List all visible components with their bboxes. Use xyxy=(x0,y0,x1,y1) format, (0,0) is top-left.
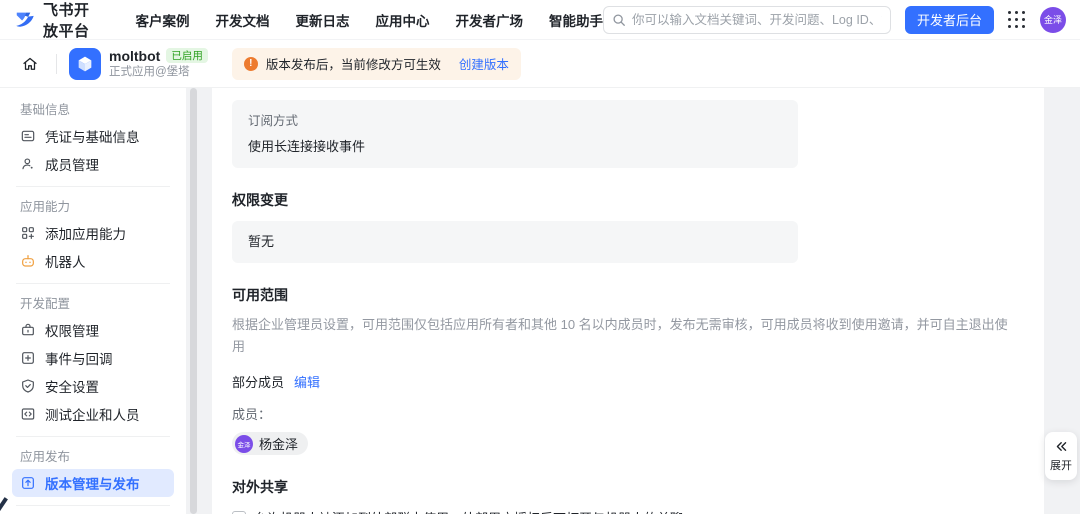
sidebar-item-label: 添加应用能力 xyxy=(45,227,126,242)
subscription-mode-value: 使用长连接接收事件 xyxy=(248,139,366,154)
page-body: 基础信息 凭证与基础信息 成员管理 应用能力 添加应用能力 机器人 开发配置 权… xyxy=(0,88,1080,514)
sidebar-section-capabilities: 应用能力 xyxy=(20,200,71,214)
divider xyxy=(56,53,57,74)
home-button[interactable] xyxy=(16,50,44,78)
sidebar-section-basic-info: 基础信息 xyxy=(20,103,71,117)
search-box[interactable] xyxy=(602,5,891,34)
sidebar-item-add-capability[interactable]: 添加应用能力 xyxy=(12,219,174,247)
sidebar: 基础信息 凭证与基础信息 成员管理 应用能力 添加应用能力 机器人 开发配置 权… xyxy=(0,88,186,514)
credential-icon xyxy=(20,128,36,144)
app-header: moltbot 已启用 正式应用@堡塔 ! 版本发布后，当前修改方可生效 创建版… xyxy=(0,40,1080,88)
permission-change-box: 暂无 xyxy=(232,221,798,263)
divider xyxy=(16,283,170,284)
nav-link-app-center[interactable]: 应用中心 xyxy=(375,10,429,30)
sidebar-item-permissions[interactable]: 权限管理 xyxy=(12,316,174,344)
availability-description: 根据企业管理员设置，可用范围仅包括应用所有者和其他 10 名以内成员时，发布无需… xyxy=(232,317,1008,354)
expand-panel-toggle[interactable]: 展开 xyxy=(1045,432,1077,480)
app-subtitle: 正式应用@堡塔 xyxy=(109,65,190,78)
developer-console-button[interactable]: 开发者后台 xyxy=(904,5,994,34)
subscription-mode-box: 订阅方式 使用长连接接收事件 xyxy=(232,100,798,168)
member-chip[interactable]: 金泽 杨金泽 xyxy=(232,432,309,455)
sidebar-item-label: 版本管理与发布 xyxy=(45,477,140,492)
primary-nav-links: 客户案例 开发文档 更新日志 应用中心 开发者广场 智能助手 xyxy=(135,10,603,30)
external-share-title: 对外共享 xyxy=(232,479,288,495)
nav-link-changelog[interactable]: 更新日志 xyxy=(295,10,349,30)
brand[interactable]: 飞书开放平台 xyxy=(14,0,99,41)
sidebar-item-label: 权限管理 xyxy=(45,324,99,339)
nav-link-cases[interactable]: 客户案例 xyxy=(135,10,189,30)
app-icon[interactable] xyxy=(69,47,101,80)
sidebar-item-events-callbacks[interactable]: 事件与回调 xyxy=(12,344,174,372)
divider xyxy=(16,505,170,506)
event-callback-icon xyxy=(20,350,36,366)
warning-icon: ! xyxy=(243,56,258,71)
release-arrow-icon xyxy=(20,475,36,491)
nav-link-docs[interactable]: 开发文档 xyxy=(215,10,269,30)
status-badge: 已启用 xyxy=(166,48,208,64)
sidebar-item-security-settings[interactable]: 安全设置 xyxy=(12,372,174,400)
sidebar-item-label: 测试企业和人员 xyxy=(45,408,140,423)
member-avatar: 金泽 xyxy=(235,434,253,453)
bot-icon xyxy=(20,253,36,269)
banner-text: 版本发布后，当前修改方可生效 xyxy=(265,58,441,72)
scope-label: 部分成员 xyxy=(232,375,285,390)
apps-grid-icon[interactable] xyxy=(1008,10,1026,29)
sidebar-item-label: 凭证与基础信息 xyxy=(45,130,140,145)
expand-label: 展开 xyxy=(1050,460,1072,472)
search-icon xyxy=(612,13,626,27)
sidebar-item-label: 机器人 xyxy=(45,255,86,270)
sidebar-item-member-management[interactable]: 成员管理 xyxy=(12,150,174,178)
code-brackets-icon xyxy=(20,406,36,422)
sidebar-section-app-release: 应用发布 xyxy=(20,450,71,464)
members-icon xyxy=(20,156,36,172)
sidebar-section-dev-config: 开发配置 xyxy=(20,297,71,311)
user-avatar[interactable]: 金泽 xyxy=(1040,6,1066,33)
app-name: moltbot xyxy=(109,47,161,64)
double-chevron-left-icon xyxy=(1056,442,1066,451)
security-shield-icon xyxy=(20,378,36,394)
brand-name: 飞书开放平台 xyxy=(43,1,90,40)
sidebar-item-label: 成员管理 xyxy=(45,158,99,173)
permission-change-title: 权限变更 xyxy=(232,192,288,208)
nav-link-dev-plaza[interactable]: 开发者广场 xyxy=(455,10,523,30)
home-icon xyxy=(23,57,37,70)
top-navigation-bar: 飞书开放平台 客户案例 开发文档 更新日志 应用中心 开发者广场 智能助手 开发… xyxy=(0,0,1080,40)
permission-icon xyxy=(20,322,36,338)
version-warning-banner: ! 版本发布后，当前修改方可生效 创建版本 xyxy=(231,47,521,80)
feishu-logo-icon xyxy=(14,9,36,31)
corner-artifact xyxy=(0,497,8,514)
divider xyxy=(16,436,170,437)
divider xyxy=(16,186,170,187)
external-share-checkbox[interactable] xyxy=(232,510,246,514)
nav-link-ai-assistant[interactable]: 智能助手 xyxy=(549,10,603,30)
permission-change-value: 暂无 xyxy=(248,234,275,249)
add-capability-icon xyxy=(20,225,36,241)
external-share-checkbox-label: 允许机器人被添加到外部群中使用，外部用户授权后可打开与机器人的单聊 xyxy=(254,508,683,514)
availability-title: 可用范围 xyxy=(232,287,288,303)
main-content: 订阅方式 使用长连接接收事件 权限变更 暂无 可用范围 根据企业管理员设置，可用… xyxy=(212,88,1044,514)
scrollbar[interactable] xyxy=(190,88,197,514)
member-name: 杨金泽 xyxy=(259,437,299,452)
sidebar-item-credentials[interactable]: 凭证与基础信息 xyxy=(12,122,174,150)
sidebar-item-version-management[interactable]: 版本管理与发布 xyxy=(12,469,174,497)
sidebar-gutter xyxy=(186,88,212,514)
search-input[interactable] xyxy=(631,12,882,27)
cube-icon xyxy=(78,56,92,71)
sidebar-item-bot[interactable]: 机器人 xyxy=(12,247,174,275)
edit-scope-link[interactable]: 编辑 xyxy=(294,372,320,391)
sidebar-item-label: 事件与回调 xyxy=(45,352,113,367)
members-label: 成员： xyxy=(232,407,272,422)
sidebar-item-label: 安全设置 xyxy=(45,380,99,395)
create-version-link[interactable]: 创建版本 xyxy=(459,54,509,73)
sidebar-item-test-company[interactable]: 测试企业和人员 xyxy=(12,400,174,428)
subscription-mode-label: 订阅方式 xyxy=(248,114,299,128)
